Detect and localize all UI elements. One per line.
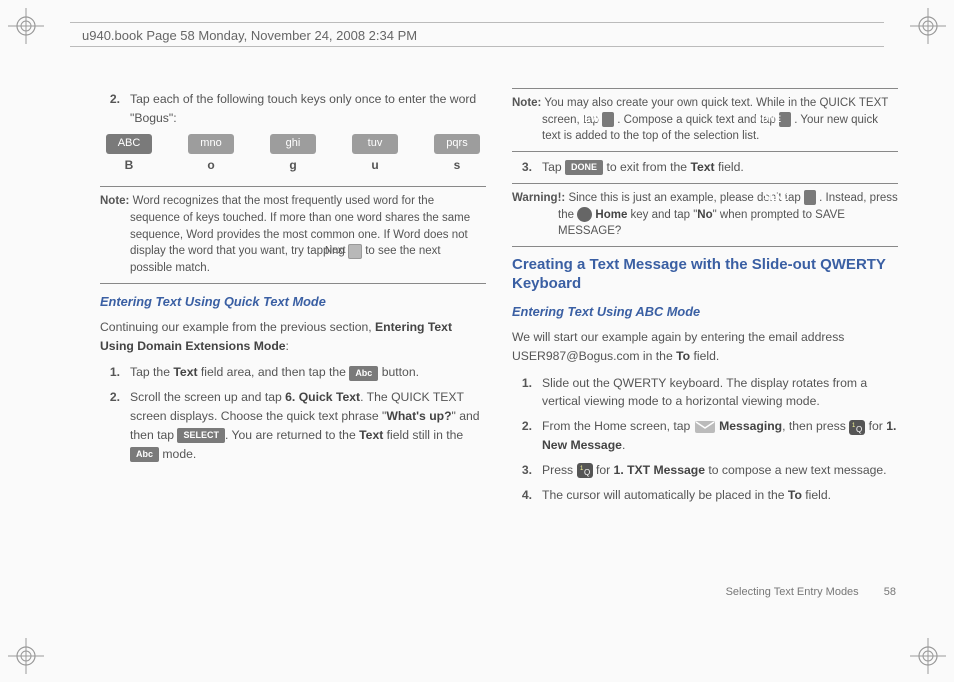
crop-mark-bl — [6, 636, 46, 676]
step-body: Slide out the QWERTY keyboard. The displ… — [542, 374, 898, 412]
messaging-icon — [694, 420, 716, 434]
paragraph: Continuing our example from the previous… — [100, 318, 486, 356]
abc-key-icon: Abc — [130, 447, 159, 462]
new-key-icon: NEW — [602, 112, 614, 127]
separator — [100, 283, 486, 284]
letter: u — [352, 156, 398, 175]
crop-mark-tl — [6, 6, 46, 46]
svg-text:Q: Q — [584, 468, 590, 477]
running-header: u940.book Page 58 Monday, November 24, 2… — [82, 28, 417, 43]
note-label: Note: — [512, 97, 541, 109]
letter: o — [188, 156, 234, 175]
step-body: Tap the Text field area, and then tap th… — [130, 363, 486, 382]
step-number: 3. — [512, 461, 542, 480]
separator — [512, 88, 898, 89]
separator — [512, 151, 898, 152]
done-key-icon: DONE — [565, 160, 603, 175]
select-key-icon: SELECT — [177, 428, 225, 443]
step-number: 4. — [512, 486, 542, 505]
warning-block: Warning!: Since this is just an example,… — [512, 190, 898, 240]
note-label: Note: — [100, 195, 129, 207]
touch-key-mno: mno — [188, 134, 234, 154]
step-number: 1. — [100, 363, 130, 382]
separator — [512, 183, 898, 184]
heading-qwerty: Creating a Text Message with the Slide-o… — [512, 255, 898, 294]
step-body: Tap each of the following touch keys onl… — [130, 90, 486, 128]
crop-mark-br — [908, 636, 948, 676]
step-number: 2. — [512, 417, 542, 455]
header-rule — [70, 46, 884, 47]
step-body: Tap DONE to exit from the Text field. — [542, 158, 898, 177]
section-title: Selecting Text Entry Modes — [726, 586, 859, 598]
key-letter-row: B o g u s — [100, 156, 486, 175]
letter: s — [434, 156, 480, 175]
send-key-icon: SEND — [804, 190, 816, 205]
touch-key-abc: ABC — [106, 134, 152, 154]
abc-key-icon: Abc — [349, 366, 378, 381]
page-number: 58 — [884, 586, 896, 598]
done-key-icon: DONE — [779, 112, 791, 127]
q-key-icon: 1Q — [577, 463, 593, 478]
touch-key-pqrs: pqrs — [434, 134, 480, 154]
step-body: The cursor will automatically be placed … — [542, 486, 898, 505]
subheading-quick-text: Entering Text Using Quick Text Mode — [100, 292, 486, 312]
separator — [512, 246, 898, 247]
home-key-icon — [577, 207, 592, 222]
header-rule — [70, 22, 884, 23]
step-body: Scroll the screen up and tap 6. Quick Te… — [130, 388, 486, 464]
next-key-icon: Next — [348, 244, 362, 259]
step-number: 3. — [512, 158, 542, 177]
svg-text:Q: Q — [856, 425, 862, 434]
step-body: Press 1Q for 1. TXT Message to compose a… — [542, 461, 898, 480]
step-number: 2. — [100, 90, 130, 128]
crop-mark-tr — [908, 6, 948, 46]
separator — [100, 186, 486, 187]
step-number: 1. — [512, 374, 542, 412]
note-block: Note: Word recognizes that the most freq… — [100, 193, 486, 276]
touch-key-row: ABC mno ghi tuv pqrs — [100, 134, 486, 154]
touch-key-ghi: ghi — [270, 134, 316, 154]
page-footer: Selecting Text Entry Modes 58 — [726, 586, 896, 598]
note-block: Note: You may also create your own quick… — [512, 95, 898, 145]
touch-key-tuv: tuv — [352, 134, 398, 154]
letter: B — [106, 156, 152, 175]
step-number: 2. — [100, 388, 130, 464]
step-body: From the Home screen, tap Messaging, the… — [542, 417, 898, 455]
right-column: Note: You may also create your own quick… — [512, 88, 898, 622]
q-key-icon: 1Q — [849, 420, 865, 435]
subheading-abc-mode: Entering Text Using ABC Mode — [512, 302, 898, 322]
paragraph: We will start our example again by enter… — [512, 328, 898, 366]
warning-label: Warning!: — [512, 192, 565, 204]
left-column: 2. Tap each of the following touch keys … — [100, 88, 486, 622]
letter: g — [270, 156, 316, 175]
